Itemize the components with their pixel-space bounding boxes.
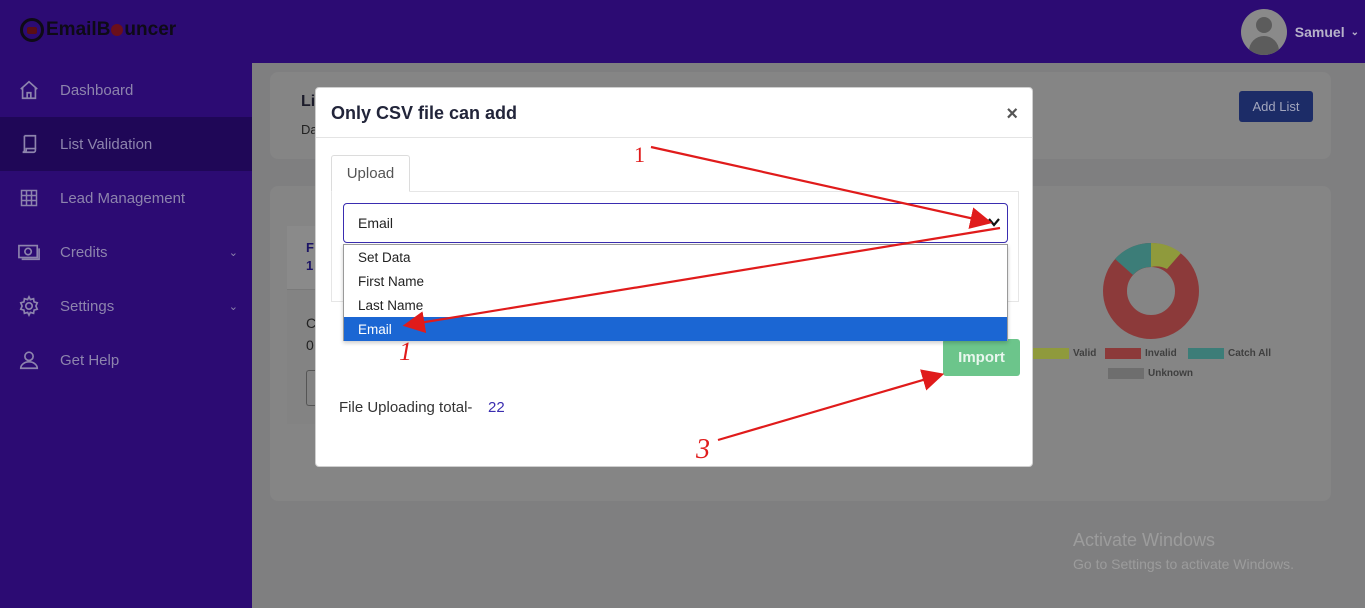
app-logo[interactable]: EmailB uncer <box>20 18 176 42</box>
avatar[interactable] <box>1240 9 1287 55</box>
dropdown-option-first-name[interactable]: First Name <box>344 269 1007 293</box>
windows-watermark-subtitle: Go to Settings to activate Windows. <box>1073 556 1294 572</box>
dropdown-option-email[interactable]: Email <box>344 317 1007 341</box>
tab-upload[interactable]: Upload <box>331 155 410 192</box>
import-button[interactable]: Import <box>943 339 1020 376</box>
legend-swatch <box>1188 348 1224 359</box>
sidebar-item-label: Credits <box>60 243 108 261</box>
gear-icon <box>17 294 41 318</box>
sidebar-item-dashboard[interactable]: Dashboard <box>0 63 252 117</box>
sidebar-item-get-help[interactable]: Get Help <box>0 333 252 387</box>
user-name: Samuel <box>1294 24 1345 40</box>
sidebar-item-label: Lead Management <box>60 189 186 207</box>
logo-mark-icon <box>20 18 44 42</box>
legend-catch-all: Catch All <box>1188 348 1271 359</box>
home-icon <box>17 78 41 102</box>
close-icon[interactable]: × <box>1006 103 1018 126</box>
user-icon <box>17 348 41 372</box>
sidebar: Dashboard List Validation Lead Managemen… <box>0 63 252 608</box>
user-menu[interactable]: Samuel ⌄ <box>1240 9 1359 55</box>
scroll-icon <box>17 132 41 156</box>
logo-text-start: EmailB <box>46 19 111 40</box>
chevron-down-icon: ⌄ <box>1350 26 1359 38</box>
grid-icon <box>17 186 41 210</box>
status-donut-chart <box>1103 242 1199 339</box>
page-title: Li <box>301 93 316 110</box>
csv-upload-modal: Only CSV file can add × Upload Email Set… <box>315 87 1033 467</box>
sidebar-item-list-validation[interactable]: List Validation <box>0 117 252 171</box>
money-icon <box>17 240 41 264</box>
list-row-value: 0 <box>306 337 314 353</box>
modal-header: Only CSV file can add × <box>316 88 1032 138</box>
sidebar-item-lead-management[interactable]: Lead Management <box>0 171 252 225</box>
stat-label: F <box>306 240 314 255</box>
legend-valid: Valid <box>1033 348 1096 359</box>
sidebar-item-label: List Validation <box>60 135 153 153</box>
upload-total-label: File Uploading total- <box>339 399 473 416</box>
logo-o-icon <box>111 24 124 36</box>
stat-value: 1 <box>306 258 314 273</box>
top-bar: EmailB uncer Samuel ⌄ <box>0 0 1365 63</box>
upload-total-count: 22 <box>488 399 505 416</box>
windows-watermark-title: Activate Windows <box>1073 530 1216 550</box>
sidebar-item-settings[interactable]: Settings ⌄ <box>0 279 252 333</box>
legend-swatch <box>1105 348 1141 359</box>
legend-swatch <box>1033 348 1069 359</box>
column-mapping-dropdown: Set Data First Name Last Name Email <box>343 244 1008 341</box>
sidebar-item-label: Dashboard <box>60 81 134 99</box>
legend-swatch <box>1108 368 1144 379</box>
sidebar-item-label: Settings <box>60 297 115 315</box>
chevron-down-icon: ⌄ <box>228 300 238 313</box>
add-list-button[interactable]: Add List <box>1239 91 1313 122</box>
sidebar-item-label: Get Help <box>60 351 120 369</box>
dropdown-option-set-data[interactable]: Set Data <box>344 245 1007 269</box>
select-value: Email <box>358 215 394 231</box>
legend-unknown: Unknown <box>1108 368 1193 379</box>
chevron-down-icon: ⌄ <box>228 246 238 259</box>
logo-text-end: uncer <box>124 19 177 40</box>
chevron-down-icon <box>988 218 1000 227</box>
column-mapping-select[interactable]: Email <box>343 203 1008 243</box>
dropdown-option-last-name[interactable]: Last Name <box>344 293 1007 317</box>
sidebar-item-credits[interactable]: Credits ⌄ <box>0 225 252 279</box>
modal-title: Only CSV file can add <box>331 103 518 123</box>
legend-invalid: Invalid <box>1105 348 1177 359</box>
